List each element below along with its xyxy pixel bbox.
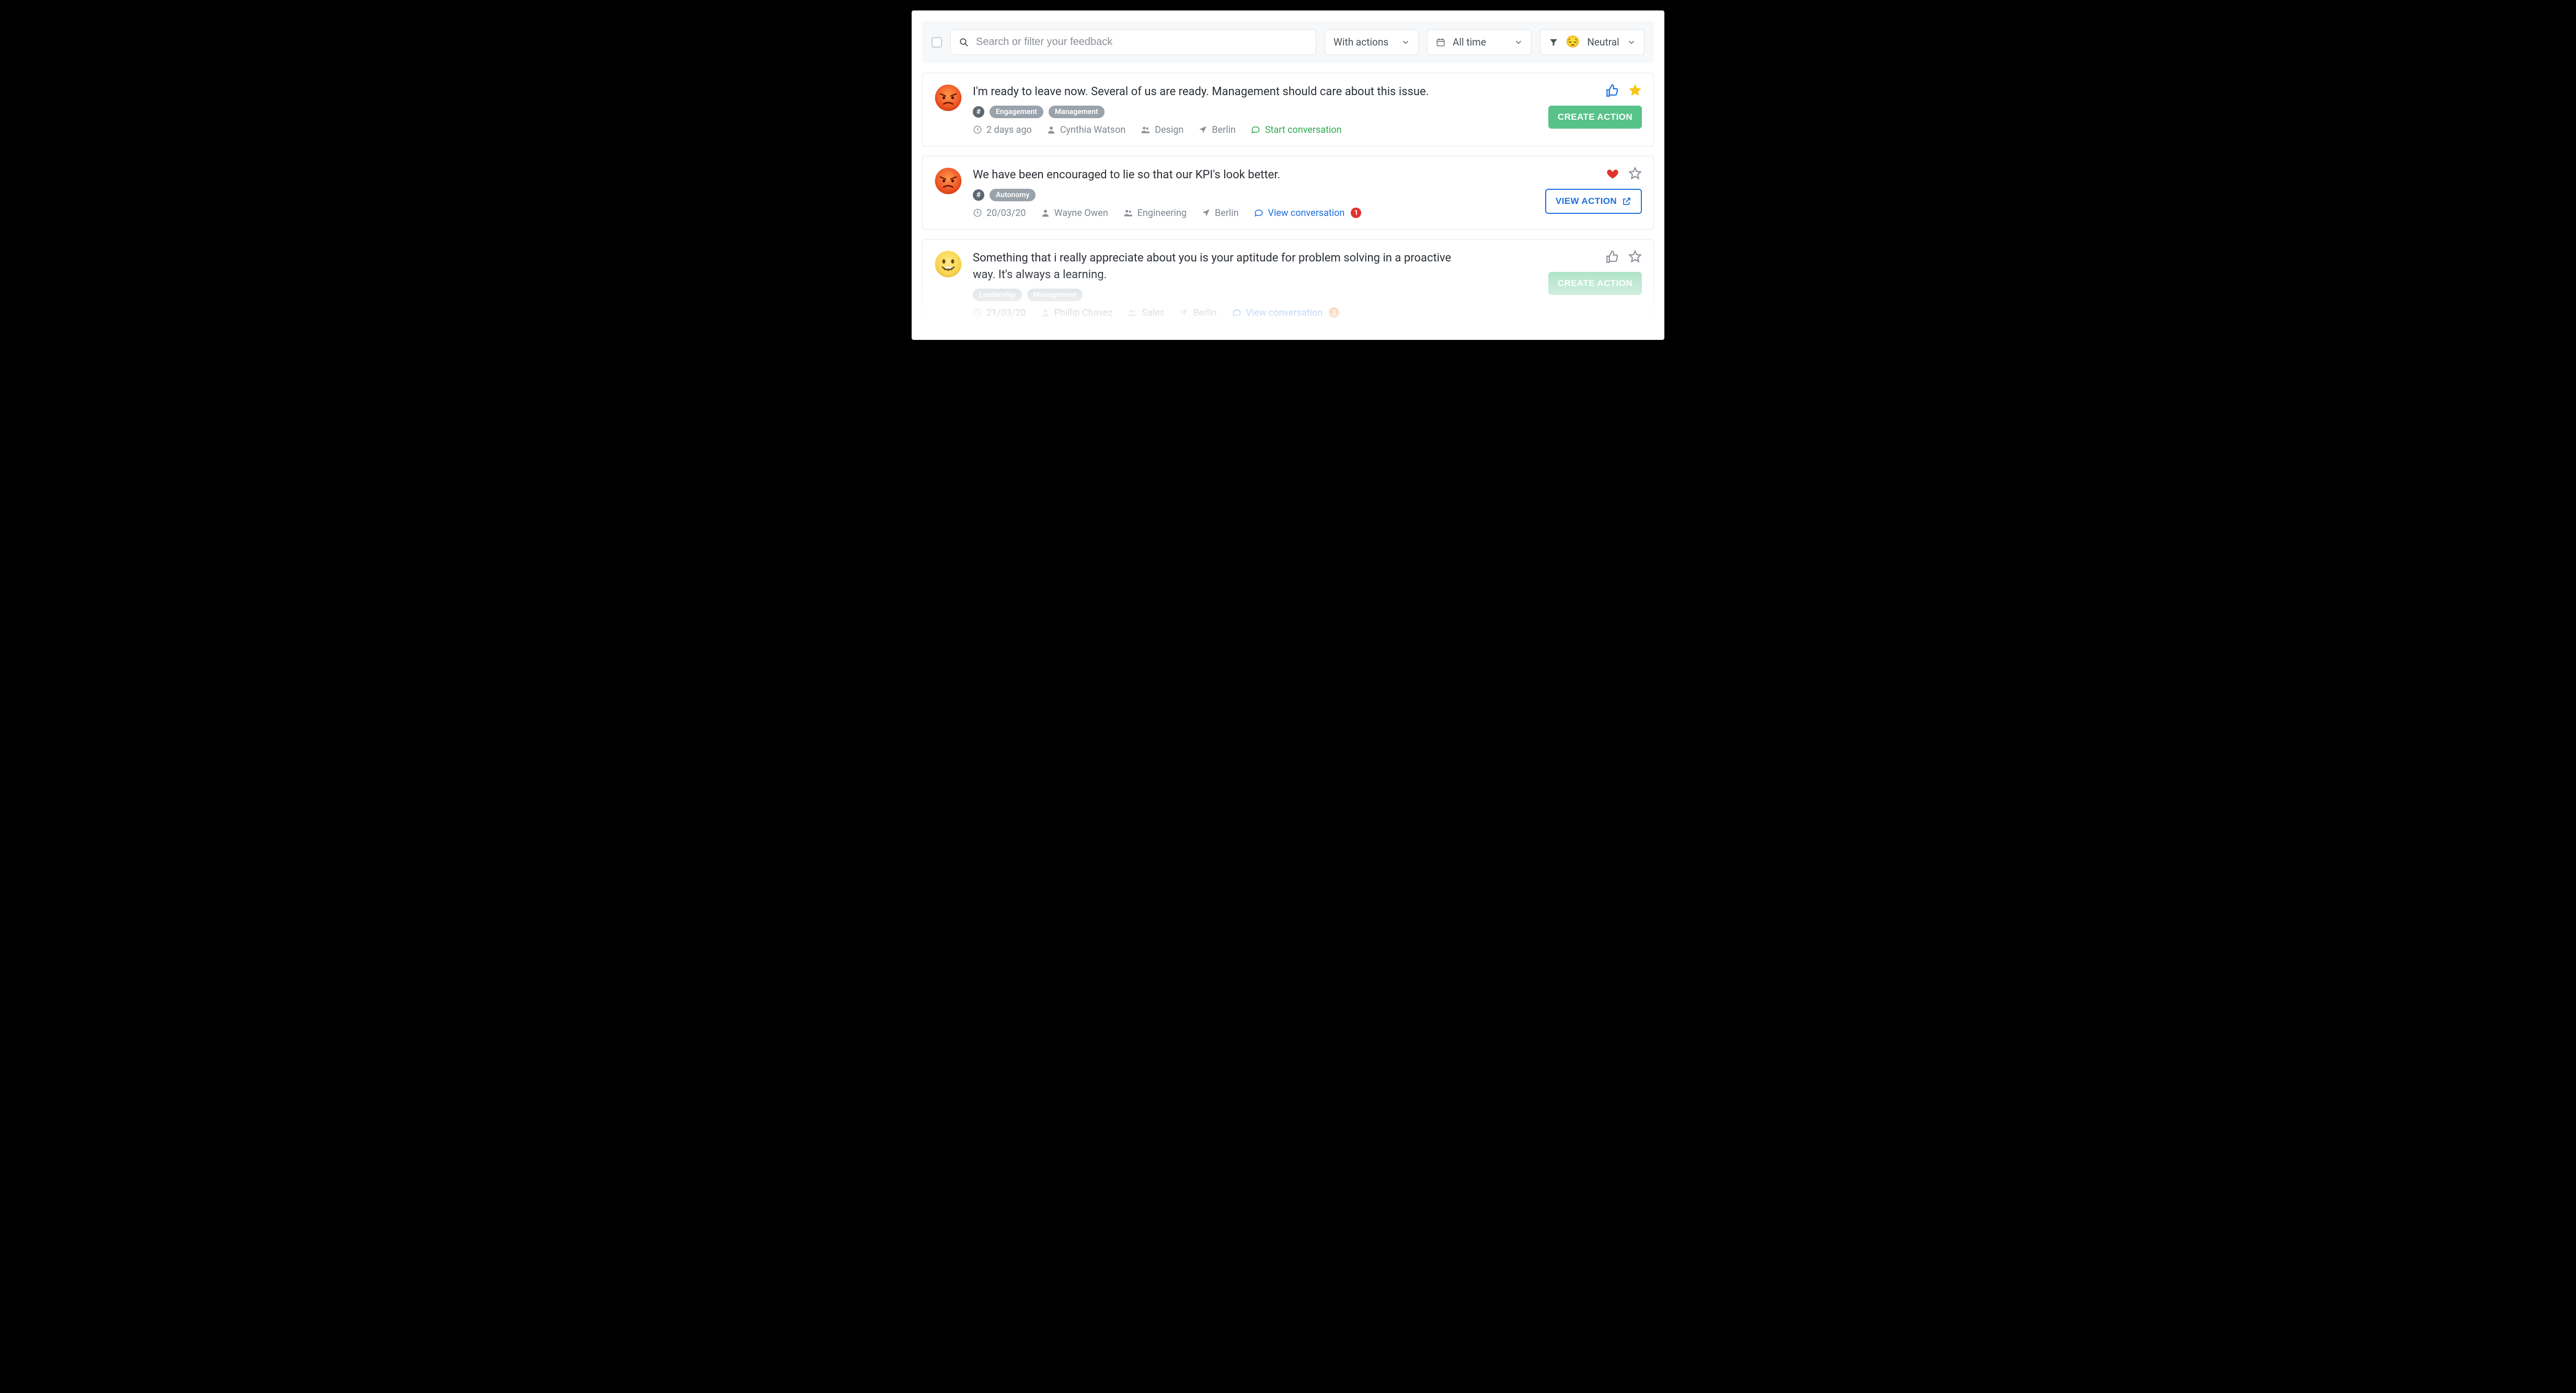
actions-filter-dropdown[interactable]: With actions — [1325, 29, 1419, 55]
search-box[interactable] — [950, 29, 1316, 55]
team: Design — [1140, 124, 1183, 135]
star-button[interactable] — [1628, 167, 1642, 180]
sentiment-emoji-icon: 😔 — [1566, 37, 1580, 48]
create-action-button[interactable]: CREATE ACTION — [1548, 106, 1642, 129]
timestamp: 2 days ago — [973, 124, 1032, 135]
search-icon — [959, 38, 969, 47]
like-button[interactable] — [1605, 84, 1619, 97]
meta-row: 2 days ago Cynthia Watson Design Berlin — [973, 124, 1538, 135]
external-link-icon — [1622, 197, 1631, 206]
location-arrow-icon — [1201, 208, 1211, 218]
team: Sales — [1127, 307, 1165, 318]
tag-row: # Engagement Management — [973, 106, 1538, 118]
star-button[interactable] — [1628, 250, 1642, 264]
time-filter-dropdown[interactable]: All time — [1427, 29, 1532, 55]
author: Phillip Chavez — [1041, 307, 1113, 318]
chat-icon — [1254, 208, 1264, 218]
feedback-card: Something that i really appreciate about… — [922, 239, 1654, 329]
star-button[interactable] — [1628, 84, 1642, 97]
users-icon — [1123, 208, 1133, 218]
tag-row: # Autonomy — [973, 189, 1535, 201]
chevron-down-icon — [1627, 38, 1636, 47]
feedback-text: Something that i really appreciate about… — [973, 250, 1454, 283]
sentiment-filter-dropdown[interactable]: 😔 Neutral — [1540, 29, 1644, 55]
feedback-text: I'm ready to leave now. Several of us ar… — [973, 84, 1454, 100]
select-all-checkbox[interactable] — [932, 37, 942, 48]
view-conversation-link[interactable]: View conversation 3 — [1232, 307, 1340, 318]
meta-row: 20/03/20 Wayne Owen Engineering Berlin — [973, 208, 1535, 219]
timestamp: 21/03/20 — [973, 307, 1026, 318]
time-filter-label: All time — [1453, 36, 1486, 48]
conversation-count-badge: 3 — [1329, 307, 1339, 318]
user-icon — [1046, 125, 1056, 134]
hash-icon: # — [973, 189, 984, 201]
author: Cynthia Watson — [1046, 124, 1125, 135]
meta-row: 21/03/20 Phillip Chavez Sales Berlin — [973, 307, 1538, 318]
chevron-down-icon — [1514, 38, 1523, 47]
user-icon — [1041, 208, 1050, 218]
mood-icon — [934, 167, 962, 219]
author: Wayne Owen — [1041, 208, 1108, 219]
hash-icon: # — [973, 106, 984, 118]
feedback-card: We have been encouraged to lie so that o… — [922, 156, 1654, 230]
location: Berlin — [1198, 124, 1236, 135]
location-arrow-icon — [1179, 308, 1189, 317]
location-arrow-icon — [1198, 125, 1208, 134]
chat-icon — [1232, 308, 1242, 317]
tag[interactable]: Management — [1027, 289, 1083, 301]
chat-icon — [1250, 125, 1261, 134]
like-button[interactable] — [1605, 250, 1619, 264]
clock-icon — [973, 208, 982, 218]
location: Berlin — [1179, 307, 1217, 318]
view-conversation-link[interactable]: View conversation 1 — [1254, 208, 1362, 219]
clock-icon — [973, 308, 982, 317]
timestamp: 20/03/20 — [973, 208, 1026, 219]
location: Berlin — [1201, 208, 1239, 219]
like-button[interactable] — [1606, 167, 1619, 180]
filter-icon — [1549, 38, 1558, 47]
tag[interactable]: Engagement — [990, 106, 1043, 118]
team: Engineering — [1123, 208, 1187, 219]
create-action-button[interactable]: CREATE ACTION — [1548, 272, 1642, 295]
chevron-down-icon — [1401, 38, 1410, 47]
mood-icon — [934, 84, 962, 135]
feedback-list: I'm ready to leave now. Several of us ar… — [922, 73, 1654, 329]
users-icon — [1140, 125, 1151, 134]
calendar-icon — [1436, 38, 1445, 47]
feedback-card: I'm ready to leave now. Several of us ar… — [922, 73, 1654, 146]
view-action-button[interactable]: VIEW ACTION — [1545, 189, 1642, 214]
filter-bar: With actions All time 😔 Neutral — [922, 21, 1654, 63]
tag-row: Leadership Management — [973, 289, 1538, 301]
clock-icon — [973, 125, 982, 134]
users-icon — [1127, 308, 1137, 317]
start-conversation-link[interactable]: Start conversation — [1250, 124, 1342, 135]
user-icon — [1041, 308, 1050, 317]
search-input[interactable] — [976, 36, 1307, 48]
tag[interactable]: Leadership — [973, 289, 1022, 301]
conversation-count-badge: 1 — [1351, 208, 1361, 218]
tag[interactable]: Autonomy — [990, 189, 1036, 201]
actions-filter-label: With actions — [1333, 36, 1388, 48]
tag[interactable]: Management — [1049, 106, 1105, 118]
feedback-text: We have been encouraged to lie so that o… — [973, 167, 1454, 184]
sentiment-filter-label: Neutral — [1587, 36, 1619, 48]
mood-icon — [934, 250, 962, 318]
